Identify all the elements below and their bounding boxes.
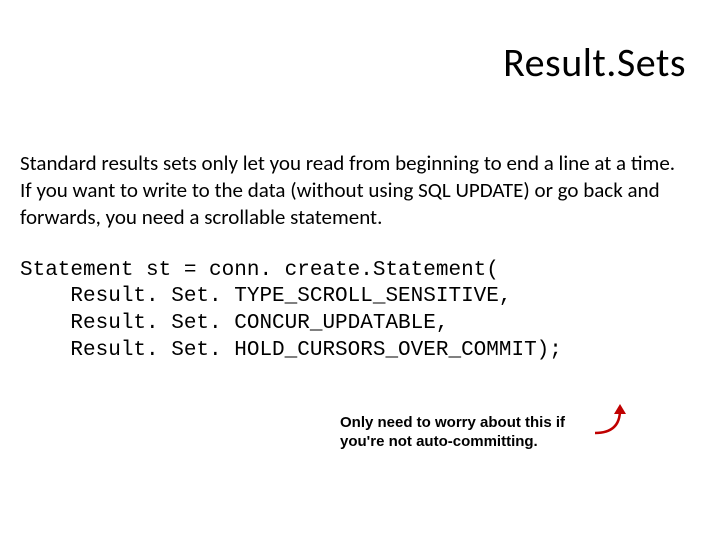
code-line-2: Result. Set. TYPE_SCROLL_SENSITIVE, xyxy=(20,285,511,308)
paragraph-1: Standard results sets only let you read … xyxy=(20,150,700,177)
page-title: Result.Sets xyxy=(503,38,686,87)
code-block: Statement st = conn. create.Statement( R… xyxy=(20,231,700,392)
annotation-note: Only need to worry about this if you're … xyxy=(340,414,570,452)
code-line-1: Statement st = conn. create.Statement( xyxy=(20,259,499,282)
code-line-3: Result. Set. CONCUR_UPDATABLE, xyxy=(20,312,448,335)
curved-arrow-icon xyxy=(580,398,630,438)
code-line-4: Result. Set. HOLD_CURSORS_OVER_COMMIT); xyxy=(20,339,562,362)
slide: Result.Sets Standard results sets only l… xyxy=(0,0,720,540)
body-text: Standard results sets only let you read … xyxy=(20,150,700,392)
paragraph-2: If you want to write to the data (withou… xyxy=(20,177,700,231)
